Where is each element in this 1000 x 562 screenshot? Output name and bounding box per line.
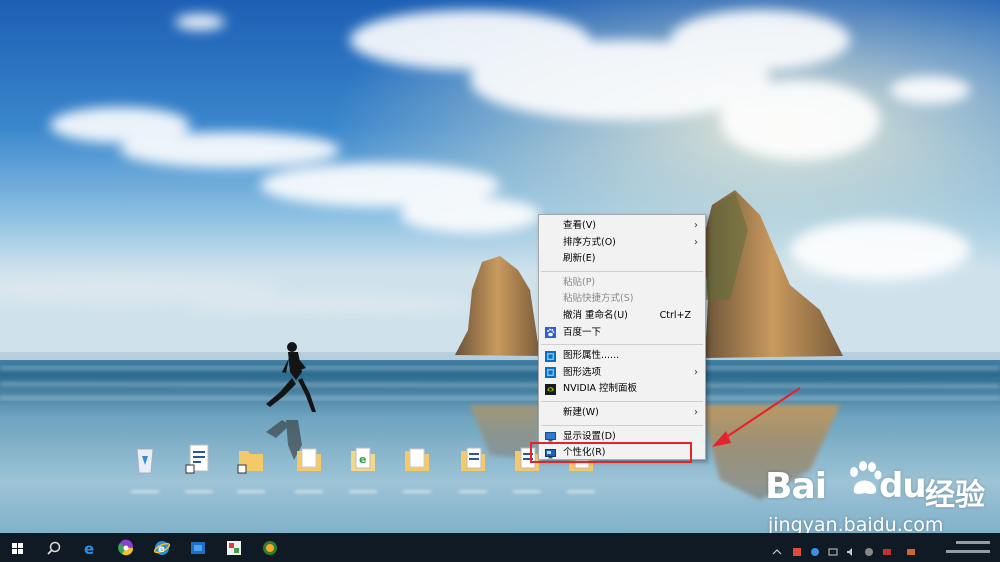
menu-item-label: 显示设置(D) bbox=[563, 430, 616, 442]
windows-logo-icon bbox=[12, 543, 23, 554]
menu-item[interactable]: 刷新(E) bbox=[539, 251, 705, 268]
menu-separator bbox=[541, 424, 703, 426]
watermark-brand-suffix: du bbox=[879, 466, 927, 506]
desktop-icon-label: ▁▁▁▁ bbox=[295, 483, 323, 493]
desktop-icon[interactable]: ▁▁▁▁ bbox=[228, 443, 274, 503]
menu-separator bbox=[541, 344, 703, 346]
tray-app-icon[interactable] bbox=[792, 542, 802, 556]
store-taskbar-icon[interactable] bbox=[188, 538, 208, 558]
tray-app-icon[interactable] bbox=[864, 542, 874, 556]
svg-text:e: e bbox=[359, 453, 366, 466]
desktop-icon-label: ▁▁▁▁ bbox=[237, 483, 265, 493]
desktop-icon[interactable]: ▁▁▁▁ bbox=[122, 443, 168, 503]
desktop-icon-label: ▁▁▁▁ bbox=[403, 483, 431, 493]
svg-text:e: e bbox=[84, 540, 94, 558]
menu-item-label: 新建(W) bbox=[563, 406, 599, 418]
show-hidden-icons-icon[interactable] bbox=[772, 542, 782, 555]
desktop-icon-label: ▁▁▁▁ bbox=[185, 483, 213, 493]
display-settings-icon bbox=[545, 432, 556, 442]
menu-item[interactable]: 百度一下 bbox=[539, 325, 705, 342]
submenu-arrow-icon: › bbox=[694, 220, 698, 231]
submenu-arrow-icon: › bbox=[694, 406, 698, 418]
desktop-icon-label: ▁▁▁▁ bbox=[349, 483, 377, 493]
baidu-jingyan-watermark: Bai du 经验 jingyan.baidu.com bbox=[765, 458, 995, 540]
taskbar: e e bbox=[0, 533, 1000, 562]
desktop-icon-label: ▁▁▁▁ bbox=[567, 483, 595, 493]
desktop-context-menu: 查看(V) › 排序方式(O) › 刷新(E) 粘贴(P) 粘贴快捷方式(S) 撤消 重命名(… bbox=[538, 214, 706, 460]
menu-separator bbox=[541, 270, 703, 272]
tray-app-icon[interactable] bbox=[810, 542, 820, 556]
desktop-icon-label: ▁▁▁▁ bbox=[459, 483, 487, 493]
desktop-icon-label: ▁▁▁▁ bbox=[131, 483, 159, 493]
menu-item-label: 排序方式(O) bbox=[563, 236, 616, 248]
menu-item: 粘贴(P) bbox=[539, 275, 705, 292]
tray-app-icon[interactable] bbox=[906, 542, 916, 555]
menu-item[interactable]: NVIDIA 控制面板 bbox=[539, 381, 705, 398]
menu-item-label: NVIDIA 控制面板 bbox=[563, 383, 638, 395]
watermark-product: 经验 bbox=[925, 478, 985, 513]
menu-item-label: 撤消 重命名(U) bbox=[563, 309, 628, 321]
menu-separator bbox=[541, 400, 703, 402]
menu-item[interactable]: 排序方式(O) › bbox=[539, 235, 705, 252]
menu-item: 粘贴快捷方式(S) bbox=[539, 291, 705, 308]
submenu-arrow-icon: › bbox=[694, 366, 698, 378]
edge-taskbar-icon[interactable]: e bbox=[80, 538, 100, 558]
app-taskbar-icon[interactable] bbox=[260, 538, 280, 558]
search-button[interactable] bbox=[44, 538, 64, 558]
watermark-brand: Bai bbox=[765, 466, 827, 507]
clock[interactable] bbox=[946, 537, 990, 553]
document-shortcut-icon bbox=[185, 444, 209, 474]
document-folder-icon bbox=[461, 447, 485, 471]
submenu-arrow-icon: › bbox=[694, 236, 698, 248]
menu-item[interactable]: 图形属性...... bbox=[539, 348, 705, 365]
desktop-icon[interactable]: ▁▁▁▁ bbox=[450, 443, 496, 503]
menu-item[interactable]: 撤消 重命名(U) Ctrl+Z bbox=[539, 308, 705, 325]
recycle-bin-icon bbox=[136, 448, 154, 474]
menu-item[interactable]: 新建(W) › bbox=[539, 405, 705, 422]
image-folder-icon: e bbox=[351, 447, 375, 471]
network-icon[interactable] bbox=[828, 542, 838, 556]
menu-item-label: 粘贴快捷方式(S) bbox=[563, 293, 634, 305]
start-button[interactable] bbox=[8, 538, 28, 558]
system-tray bbox=[756, 533, 996, 562]
baidu-paw-icon bbox=[545, 327, 556, 339]
menu-item-shortcut: Ctrl+Z bbox=[659, 309, 691, 321]
photos-taskbar-icon[interactable] bbox=[224, 538, 244, 558]
folder-shortcut-icon bbox=[237, 451, 263, 474]
desktop-icon[interactable]: ▁▁▁▁ bbox=[286, 443, 332, 503]
desktop-icon[interactable]: e ▁▁▁▁ bbox=[340, 443, 386, 503]
menu-item-label: 查看(V) bbox=[563, 220, 596, 231]
search-icon bbox=[47, 541, 61, 555]
chrome-like-taskbar-icon[interactable] bbox=[116, 538, 136, 558]
desktop-icon[interactable]: ▁▁▁▁ bbox=[394, 443, 440, 503]
menu-item-label: 百度一下 bbox=[563, 326, 602, 338]
folder-icon bbox=[297, 448, 321, 471]
volume-icon[interactable] bbox=[846, 542, 856, 556]
desktop-icon-label: ▁▁▁▁ bbox=[513, 483, 541, 493]
svg-text:e: e bbox=[158, 544, 165, 555]
menu-item-label: 粘贴(P) bbox=[563, 276, 596, 288]
menu-item-label: 图形选项 bbox=[563, 366, 602, 378]
intel-graphics-icon bbox=[545, 350, 556, 362]
highlight-box bbox=[530, 442, 692, 463]
folder-icon bbox=[405, 448, 429, 471]
menu-item[interactable]: 图形选项 › bbox=[539, 365, 705, 382]
menu-item-label: 刷新(E) bbox=[563, 253, 596, 265]
baidu-paw-icon bbox=[850, 461, 882, 494]
input-method-icon[interactable] bbox=[882, 542, 892, 555]
ie-taskbar-icon[interactable]: e bbox=[152, 538, 172, 558]
intel-graphics-icon bbox=[545, 367, 556, 379]
menu-item-label: 图形属性...... bbox=[563, 350, 620, 362]
menu-item[interactable]: 查看(V) › bbox=[539, 218, 705, 235]
desktop-icon[interactable]: ▁▁▁▁ bbox=[176, 443, 222, 503]
nvidia-icon bbox=[545, 383, 556, 395]
